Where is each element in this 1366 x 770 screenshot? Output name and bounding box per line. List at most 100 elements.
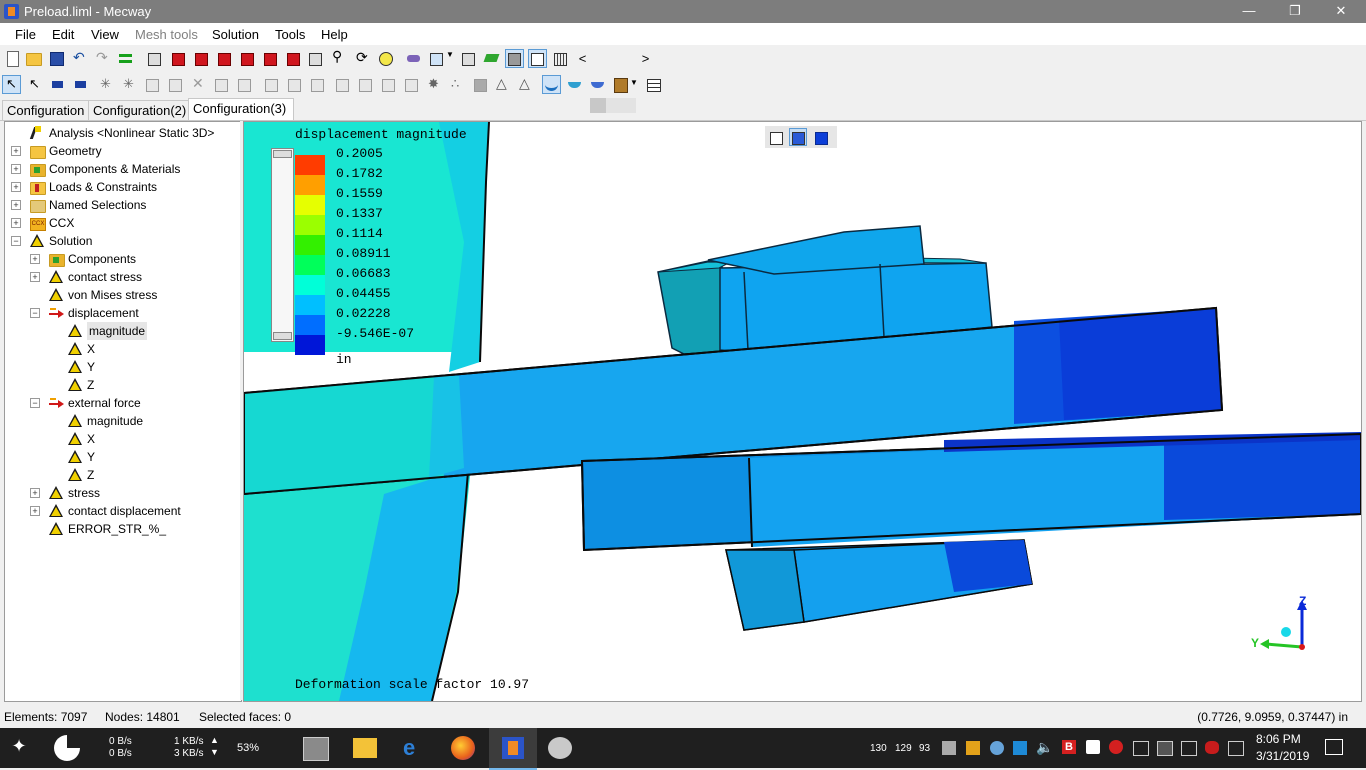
solid-view-icon[interactable] (483, 50, 500, 67)
tree-node[interactable]: + Components & Materials (5, 160, 235, 178)
tree-node[interactable]: + Geometry (5, 142, 235, 160)
rotate-elements-icon[interactable] (333, 76, 350, 93)
save-icon[interactable] (48, 50, 65, 67)
tree-node[interactable]: + Loads & Constraints (5, 178, 235, 196)
redo-icon[interactable]: ↷ (94, 49, 111, 67)
solid-icon[interactable] (166, 76, 183, 93)
mesh-view-icon[interactable] (528, 49, 547, 68)
restore-button[interactable]: ❐ (1272, 0, 1318, 23)
tray-network-icon[interactable] (1133, 741, 1149, 756)
menu-view[interactable]: View (91, 27, 119, 42)
merge-icon[interactable]: ✸ (425, 76, 442, 93)
tree-node[interactable]: + stress (5, 484, 235, 502)
expand-icon[interactable]: + (11, 146, 21, 156)
select-face-icon[interactable] (72, 76, 89, 93)
zoom-icon[interactable]: ⚲ (330, 48, 347, 67)
tree-node[interactable]: X (5, 430, 235, 448)
refine-icon[interactable] (402, 76, 419, 93)
select-pointer-icon[interactable]: ↖ (2, 75, 21, 94)
tray-shield-icon[interactable] (1086, 740, 1100, 754)
view-box-outline-icon[interactable] (768, 129, 784, 145)
menu-file[interactable]: File (15, 27, 36, 42)
rotate-icon[interactable]: ⟳ (354, 49, 371, 67)
tree-node[interactable]: + Named Selections (5, 196, 235, 214)
expand-icon[interactable]: + (30, 272, 40, 282)
undo-icon[interactable]: ↶ (71, 49, 88, 67)
box-icon[interactable] (143, 76, 160, 93)
pan-icon[interactable] (377, 50, 394, 67)
warp-active-icon[interactable] (542, 75, 561, 94)
expand-icon[interactable]: + (30, 488, 40, 498)
extrude-icon[interactable] (235, 76, 252, 93)
taskbar-app-1-icon[interactable] (303, 737, 329, 761)
sweep-icon[interactable] (379, 76, 396, 93)
tab-configuration-2[interactable]: Configuration(2) (88, 100, 194, 120)
scatter-icon[interactable]: ✳ (120, 76, 137, 93)
explode-icon[interactable]: ✳ (97, 76, 114, 93)
edge-browser-icon[interactable]: e (403, 737, 427, 759)
split-icon[interactable] (212, 76, 229, 93)
move-icon[interactable] (308, 76, 325, 93)
shade-icon[interactable] (460, 50, 477, 67)
open-folder-icon[interactable] (25, 50, 42, 67)
tray-icon-1[interactable] (942, 741, 956, 755)
tray-keyboard-icon[interactable] (1157, 741, 1173, 756)
tree-node[interactable]: − Solution (5, 232, 235, 250)
tree-node[interactable]: Z (5, 376, 235, 394)
new-file-icon[interactable] (4, 50, 21, 67)
revolve-icon[interactable] (356, 76, 373, 93)
tray-b-icon[interactable]: B (1062, 740, 1076, 754)
mirror-icon[interactable] (285, 76, 302, 93)
layers-icon[interactable] (405, 50, 422, 67)
model-tree[interactable]: Analysis <Nonlinear Static 3D> + Geometry +… (4, 121, 242, 702)
view-box-half-icon[interactable] (789, 128, 807, 146)
tree-node[interactable]: Z (5, 466, 235, 484)
collapse-icon[interactable]: − (30, 308, 40, 318)
expand-icon[interactable]: + (11, 182, 21, 192)
menu-mesh-tools[interactable]: Mesh tools (135, 27, 198, 42)
tray-icon-2[interactable] (966, 741, 980, 755)
tab-configuration[interactable]: Configuration (2, 100, 92, 120)
3d-viewport[interactable]: displacement magnitude 0.2005 0.1782 0.155… (243, 121, 1362, 702)
tree-node[interactable]: + CCX CCX (5, 214, 235, 232)
tab-configuration-3[interactable]: Configuration(3) (188, 98, 294, 120)
view-right-icon[interactable] (238, 50, 255, 67)
tree-node[interactable]: + contact stress (5, 268, 235, 286)
view-iso-icon[interactable] (146, 50, 163, 67)
mecway-taskbar-button[interactable] (489, 728, 537, 770)
paint-icon[interactable] (548, 737, 572, 759)
warp-icon[interactable] (566, 76, 583, 93)
wire-view-icon[interactable] (505, 49, 524, 68)
film-icon[interactable]: ▼ (612, 76, 638, 93)
tray-icon-3[interactable] (990, 741, 1004, 755)
tray-bug-icon[interactable] (1205, 741, 1219, 754)
view-top-icon[interactable] (261, 50, 278, 67)
collapse-icon[interactable]: − (11, 236, 21, 246)
tree-node[interactable]: + contact displacement (5, 502, 235, 520)
notifications-icon[interactable] (1325, 739, 1343, 755)
animate-icon[interactable] (589, 76, 606, 93)
tri-icon[interactable]: △ (494, 75, 511, 93)
legend-slider-bottom-handle[interactable] (273, 332, 292, 340)
delete-icon[interactable]: ✕ (189, 75, 206, 93)
legend-slider[interactable] (271, 148, 294, 342)
nodes-icon[interactable]: ∴ (448, 76, 465, 93)
view-back-icon[interactable] (192, 50, 209, 67)
view-bottom-icon[interactable] (284, 50, 301, 67)
tree-node[interactable]: magnitude (5, 412, 235, 430)
tri-outline-icon[interactable]: △ (517, 75, 534, 93)
select-edge-icon[interactable] (49, 76, 66, 93)
view-box-solid-icon[interactable] (813, 129, 829, 145)
expand-icon[interactable]: + (11, 164, 21, 174)
tree-node[interactable]: von Mises stress (5, 286, 235, 304)
expand-icon[interactable]: + (30, 506, 40, 516)
tree-node[interactable]: Y (5, 448, 235, 466)
split-quad-icon[interactable] (471, 76, 488, 93)
file-explorer-icon[interactable] (353, 738, 377, 758)
close-button[interactable]: ✕ (1318, 0, 1364, 23)
expand-icon[interactable]: + (11, 200, 21, 210)
menu-tools[interactable]: Tools (275, 27, 305, 42)
tree-node[interactable]: − external force (5, 394, 235, 412)
tree-node[interactable]: X (5, 340, 235, 358)
menu-edit[interactable]: Edit (52, 27, 74, 42)
